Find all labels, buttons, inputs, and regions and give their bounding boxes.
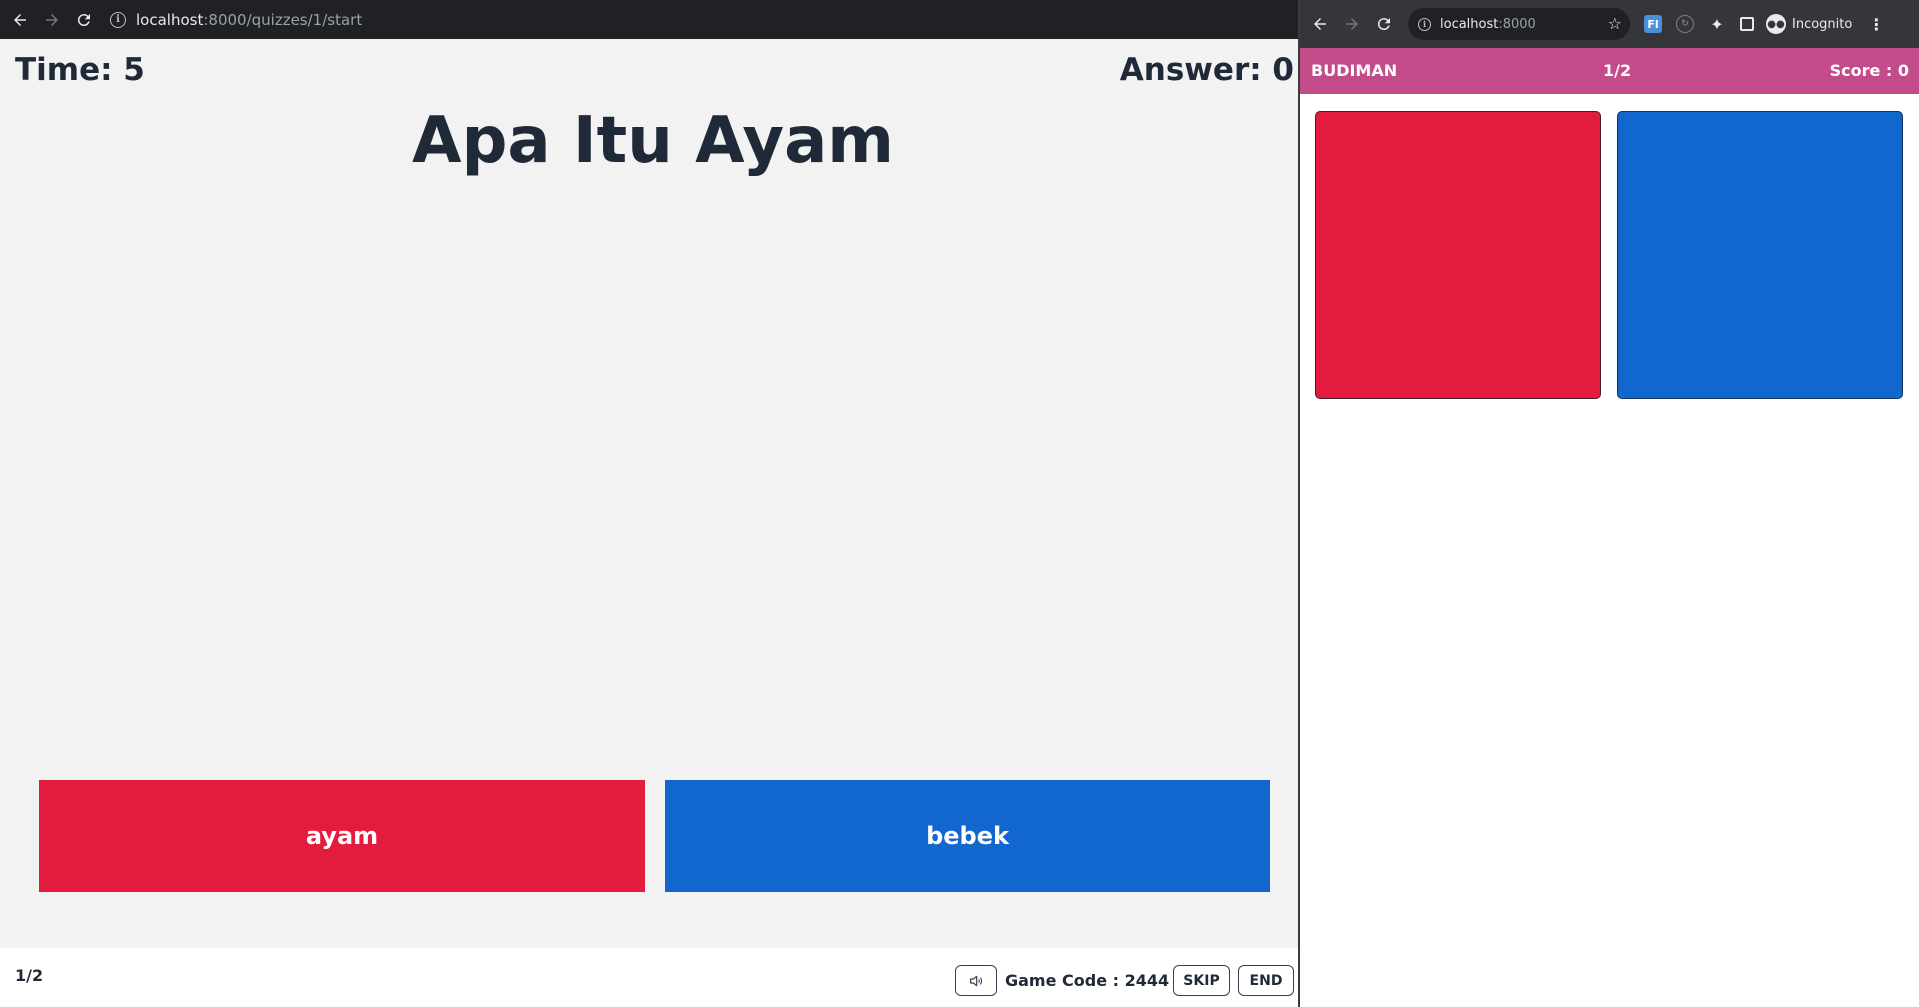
player-progress: 1/2 [1603, 61, 1632, 80]
incognito-label: Incognito [1792, 16, 1853, 32]
url-path: :8000/quizzes/1/start [203, 10, 363, 29]
more-menu-icon[interactable]: ⋮ [1868, 15, 1884, 34]
skip-button[interactable]: SKIP [1173, 965, 1230, 996]
reload-icon[interactable] [1368, 8, 1400, 40]
player-window: i localhost:8000 ☆ Fl ↻ ✦ ●● Incognito ⋮… [1300, 0, 1919, 1007]
question-progress: 1/2 [15, 966, 44, 985]
host-address-bar[interactable]: i localhost:8000/quizzes/1/start [110, 11, 362, 29]
player-score: Score : 0 [1829, 61, 1909, 80]
sound-button[interactable] [955, 965, 997, 996]
player-name: BUDIMAN [1311, 61, 1398, 80]
extension-loop-icon[interactable]: ↻ [1676, 15, 1694, 33]
info-icon: i [110, 11, 126, 28]
screen: i localhost:8000/quizzes/1/start Time: 5… [0, 0, 1919, 1007]
player-browser-toolbar: i localhost:8000 ☆ Fl ↻ ✦ ●● Incognito ⋮ [1300, 0, 1919, 48]
speaker-icon [970, 975, 983, 986]
forward-arrow-icon[interactable] [1336, 8, 1368, 40]
host-browser-toolbar: i localhost:8000/quizzes/1/start [0, 0, 1298, 39]
extension-fl-icon[interactable]: Fl [1644, 15, 1662, 33]
url-host: localhost [1440, 16, 1499, 32]
player-choice-blue[interactable] [1617, 111, 1903, 399]
extensions-puzzle-icon[interactable]: ✦ [1708, 15, 1726, 34]
player-choice-red[interactable] [1315, 111, 1601, 399]
back-arrow-icon[interactable] [1304, 8, 1336, 40]
back-arrow-icon[interactable] [4, 4, 36, 36]
forward-arrow-icon[interactable] [36, 4, 68, 36]
host-window: i localhost:8000/quizzes/1/start Time: 5… [0, 0, 1298, 1007]
choice-ayam: ayam [39, 780, 645, 892]
star-icon[interactable]: ☆ [1608, 14, 1622, 33]
url-host: localhost [136, 10, 204, 29]
incognito-icon: ●● [1766, 14, 1786, 34]
end-button[interactable]: END [1238, 965, 1294, 996]
incognito-badge[interactable]: ●● Incognito [1766, 14, 1852, 34]
player-address-bar[interactable]: i localhost:8000 ☆ [1408, 8, 1630, 40]
choice-bebek: bebek [665, 780, 1270, 892]
timer-label: Time: 5 [15, 52, 145, 88]
player-header: BUDIMAN 1/2 Score : 0 [1300, 48, 1919, 94]
answer-count-label: Answer: 0 [1119, 52, 1294, 88]
side-panel-icon[interactable] [1740, 17, 1754, 31]
host-footer: 1/2 Game Code : 2444 SKIP END [0, 948, 1298, 1007]
url-path: :8000 [1498, 16, 1536, 32]
game-code: Game Code : 2444 [1005, 971, 1170, 990]
question-title: Apa Itu Ayam [412, 104, 894, 178]
reload-icon[interactable] [68, 4, 100, 36]
info-icon: i [1418, 17, 1431, 31]
